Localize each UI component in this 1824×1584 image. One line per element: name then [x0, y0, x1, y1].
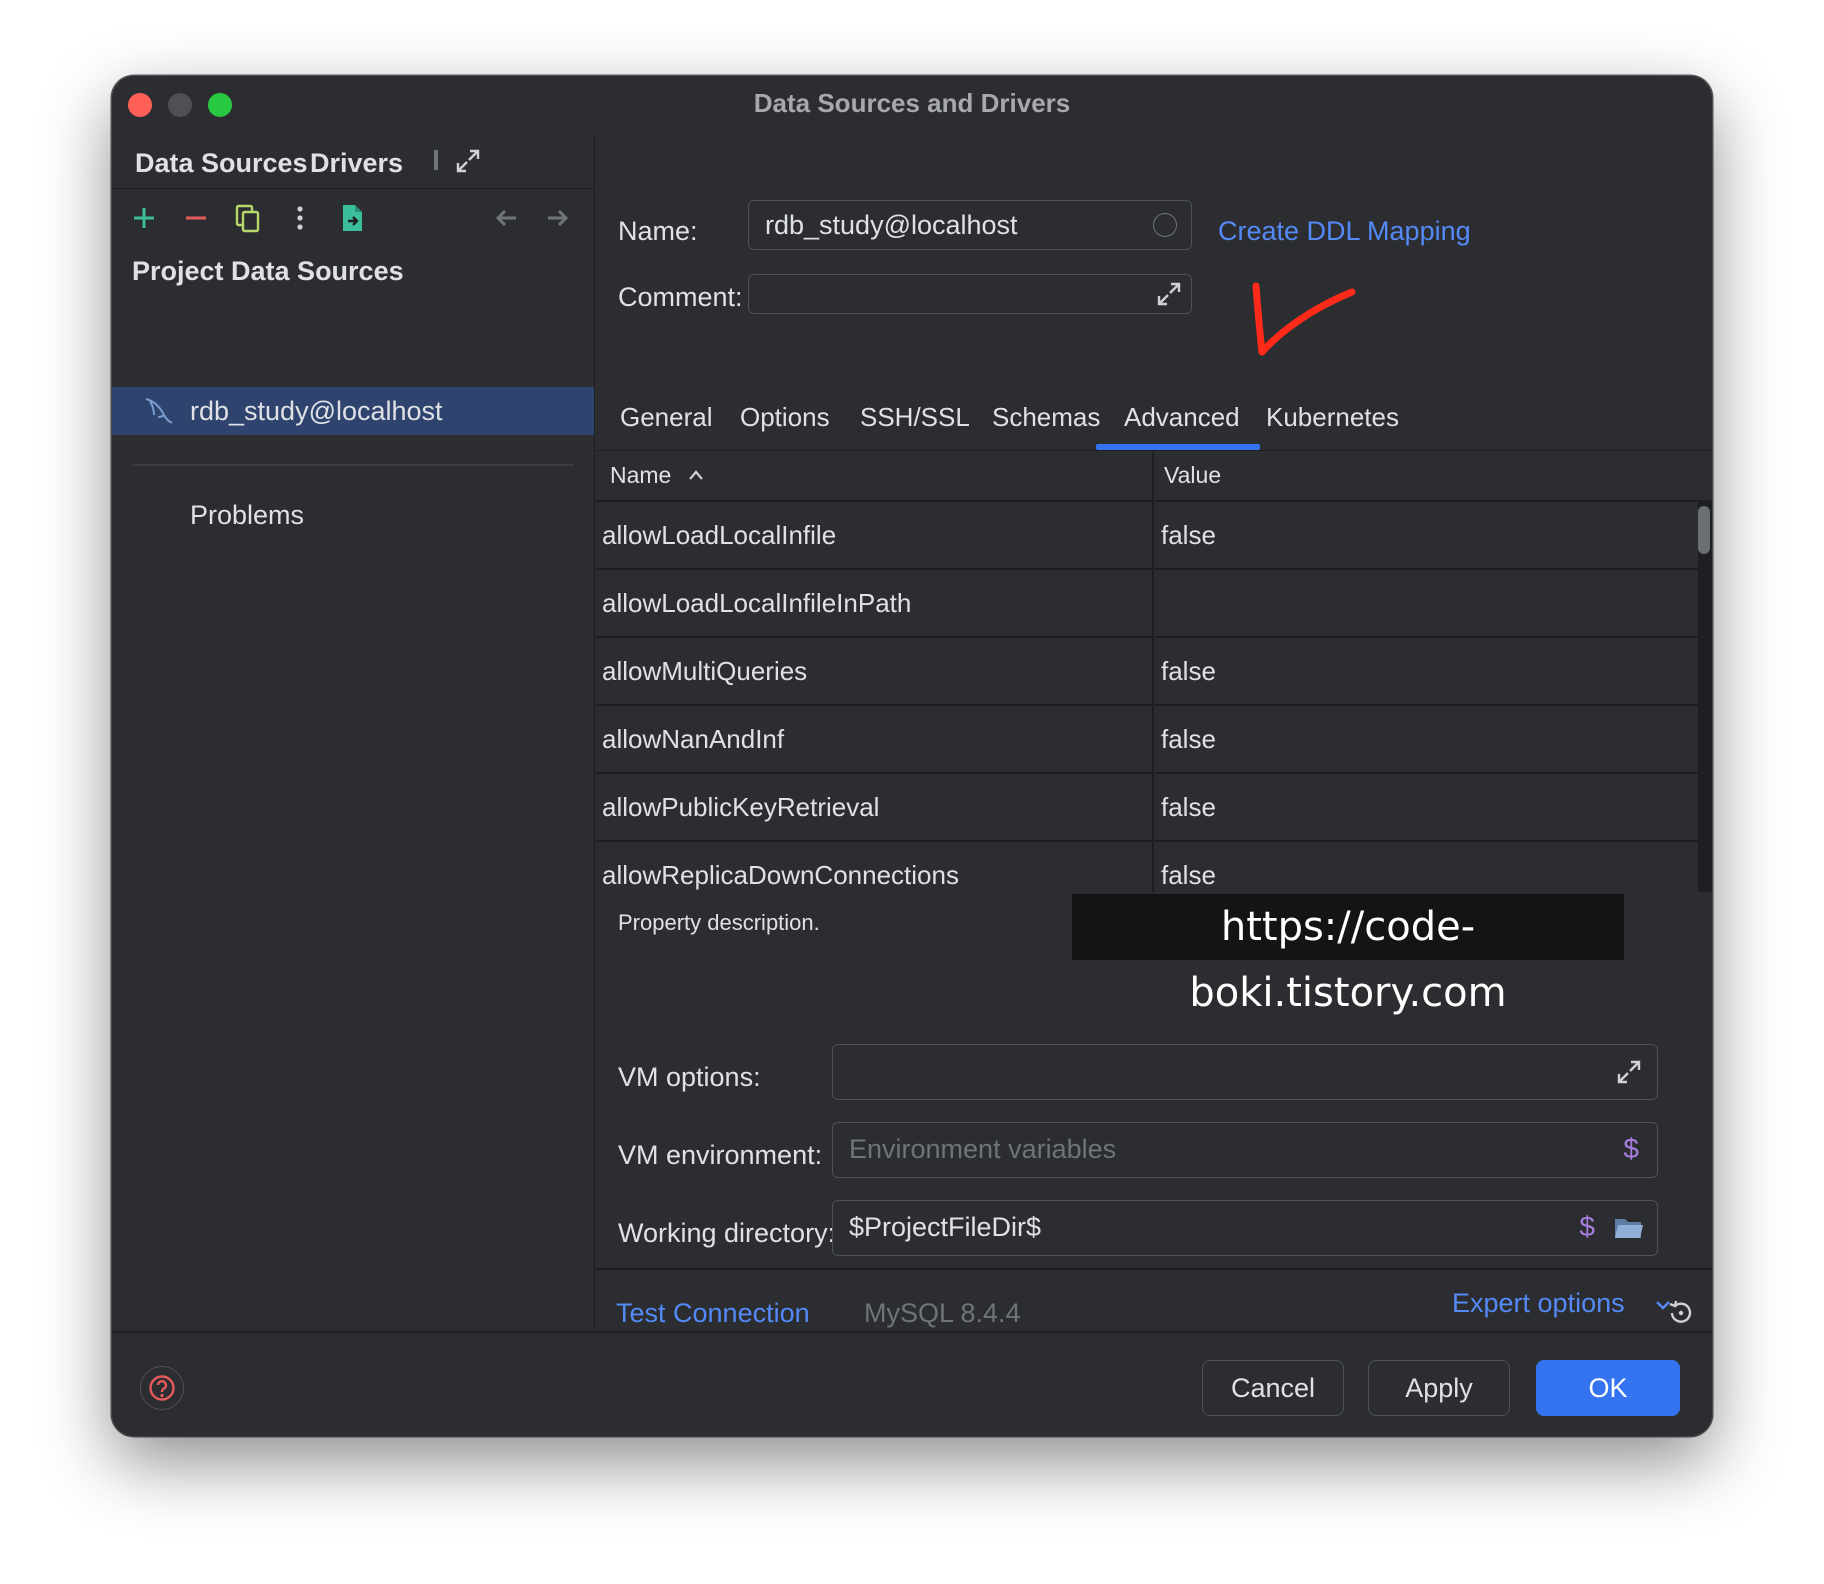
- column-header-value[interactable]: Value: [1164, 462, 1221, 489]
- cell-divider: [1152, 842, 1154, 892]
- tab-general[interactable]: General: [620, 402, 713, 433]
- tab-schemas[interactable]: Schemas: [992, 402, 1100, 433]
- property-name: allowLoadLocalInfileInPath: [602, 588, 912, 618]
- mysql-dolphin-icon: [145, 398, 173, 424]
- table-row[interactable]: allowMultiQueries false: [596, 638, 1698, 704]
- table-header: Name Value: [596, 452, 1712, 501]
- window-title: Data Sources and Drivers: [753, 88, 1071, 118]
- cell-divider: [1152, 706, 1154, 772]
- property-value[interactable]: false: [1161, 656, 1216, 687]
- property-value[interactable]: false: [1161, 520, 1216, 551]
- property-value[interactable]: false: [1161, 860, 1216, 891]
- comment-field[interactable]: [748, 274, 1192, 314]
- working-directory-value: $ProjectFileDir$: [849, 1212, 1042, 1242]
- cell-divider: [1152, 774, 1154, 840]
- table-scrollbar[interactable]: [1698, 506, 1710, 554]
- reset-history-icon[interactable]: [1666, 1298, 1696, 1328]
- cell-divider: [1152, 570, 1154, 636]
- working-directory-label: Working directory:: [618, 1218, 836, 1248]
- property-name: allowReplicaDownConnections: [602, 860, 959, 890]
- folder-icon[interactable]: [1613, 1215, 1645, 1241]
- tab-data-sources[interactable]: Data Sources: [135, 148, 308, 179]
- driver-version: MySQL 8.4.4: [864, 1298, 1021, 1328]
- remove-icon[interactable]: [180, 202, 212, 234]
- properties-table: Name Value allowLoadLocalInfile false al…: [596, 452, 1712, 892]
- title-bar: Data Sources and Drivers: [112, 76, 1712, 134]
- import-file-icon[interactable]: [336, 202, 368, 234]
- forward-arrow-icon[interactable]: [542, 202, 574, 234]
- expert-options-link[interactable]: Expert options: [1452, 1288, 1625, 1319]
- comment-label: Comment:: [618, 282, 743, 312]
- ok-button[interactable]: OK: [1536, 1360, 1680, 1416]
- left-toolbar: [112, 194, 594, 244]
- help-icon: [149, 1375, 175, 1401]
- vm-environment-label: VM environment:: [618, 1140, 823, 1170]
- header-divider: [1152, 452, 1154, 500]
- property-value[interactable]: false: [1161, 792, 1216, 823]
- property-value[interactable]: false: [1161, 724, 1216, 755]
- vm-environment-field[interactable]: Environment variables $: [832, 1122, 1658, 1178]
- vm-options-field[interactable]: [832, 1044, 1658, 1100]
- expand-icon[interactable]: [454, 147, 482, 175]
- cell-divider: [1152, 502, 1154, 568]
- tab-active-underline: [1096, 444, 1260, 450]
- apply-button[interactable]: Apply: [1368, 1360, 1510, 1416]
- left-divider: [132, 464, 574, 466]
- data-source-item[interactable]: rdb_study@localhost: [112, 387, 594, 435]
- tab-drivers[interactable]: Drivers: [310, 148, 403, 179]
- left-tabs: Data Sources Drivers: [112, 134, 594, 189]
- watermark-text: https://code-boki.tistory.com: [1072, 894, 1624, 1016]
- right-pane: Name: rdb_study@localhost Create DDL Map…: [596, 134, 1712, 1331]
- add-icon[interactable]: [128, 202, 160, 234]
- more-vertical-icon[interactable]: [284, 202, 316, 234]
- annotation-check-mark: [1252, 282, 1356, 356]
- dialog-window: Data Sources and Drivers Data Sources Dr…: [112, 76, 1712, 1436]
- vm-environment-placeholder: Environment variables: [849, 1134, 1117, 1164]
- cancel-button[interactable]: Cancel: [1202, 1360, 1344, 1416]
- connection-bar-divider: [596, 1268, 1712, 1270]
- cell-divider: [1152, 638, 1154, 704]
- expand-vm-options-icon[interactable]: [1615, 1058, 1643, 1086]
- property-name: allowNanAndInf: [602, 724, 785, 754]
- property-name: allowMultiQueries: [602, 656, 808, 686]
- left-pane: Data Sources Drivers Project Data Source…: [112, 134, 595, 1331]
- tab-advanced[interactable]: Advanced: [1124, 402, 1240, 433]
- tab-overflow-indicator: [434, 150, 438, 170]
- create-ddl-mapping-link[interactable]: Create DDL Mapping: [1218, 216, 1471, 247]
- column-header-name[interactable]: Name: [610, 462, 671, 489]
- color-picker-icon[interactable]: [1153, 213, 1177, 237]
- table-row[interactable]: allowReplicaDownConnections false: [596, 842, 1698, 892]
- property-description: Property description.: [618, 910, 820, 935]
- settings-tabs: General Options SSH/SSL Schemas Advanced…: [596, 392, 1712, 451]
- dollar-icon[interactable]: $: [1579, 1211, 1595, 1243]
- problems-item[interactable]: Problems: [190, 500, 304, 531]
- sort-ascending-icon: [689, 470, 703, 480]
- property-name: allowLoadLocalInfile: [602, 520, 837, 550]
- table-row[interactable]: allowLoadLocalInfileInPath: [596, 570, 1698, 636]
- help-button[interactable]: [140, 1366, 184, 1410]
- name-label: Name:: [618, 216, 698, 246]
- table-row[interactable]: allowNanAndInf false: [596, 706, 1698, 772]
- name-field[interactable]: rdb_study@localhost: [748, 200, 1192, 250]
- footer-divider: [112, 1331, 1712, 1333]
- name-field-value: rdb_study@localhost: [765, 210, 1018, 240]
- table-row[interactable]: allowPublicKeyRetrieval false: [596, 774, 1698, 840]
- tab-ssh-ssl[interactable]: SSH/SSL: [860, 402, 970, 433]
- table-row[interactable]: allowLoadLocalInfile false: [596, 502, 1698, 568]
- property-name: allowPublicKeyRetrieval: [602, 792, 880, 822]
- tab-kubernetes[interactable]: Kubernetes: [1266, 402, 1399, 433]
- dollar-icon[interactable]: $: [1623, 1133, 1639, 1165]
- test-connection-link[interactable]: Test Connection: [616, 1298, 810, 1329]
- data-source-label: rdb_study@localhost: [190, 396, 443, 426]
- tab-options[interactable]: Options: [740, 402, 830, 433]
- project-data-sources-heading: Project Data Sources: [132, 256, 404, 286]
- copy-icon[interactable]: [232, 202, 264, 234]
- working-directory-field[interactable]: $ProjectFileDir$ $: [832, 1200, 1658, 1256]
- expand-comment-icon[interactable]: [1155, 280, 1183, 308]
- vm-options-label: VM options:: [618, 1062, 761, 1092]
- back-arrow-icon[interactable]: [490, 202, 522, 234]
